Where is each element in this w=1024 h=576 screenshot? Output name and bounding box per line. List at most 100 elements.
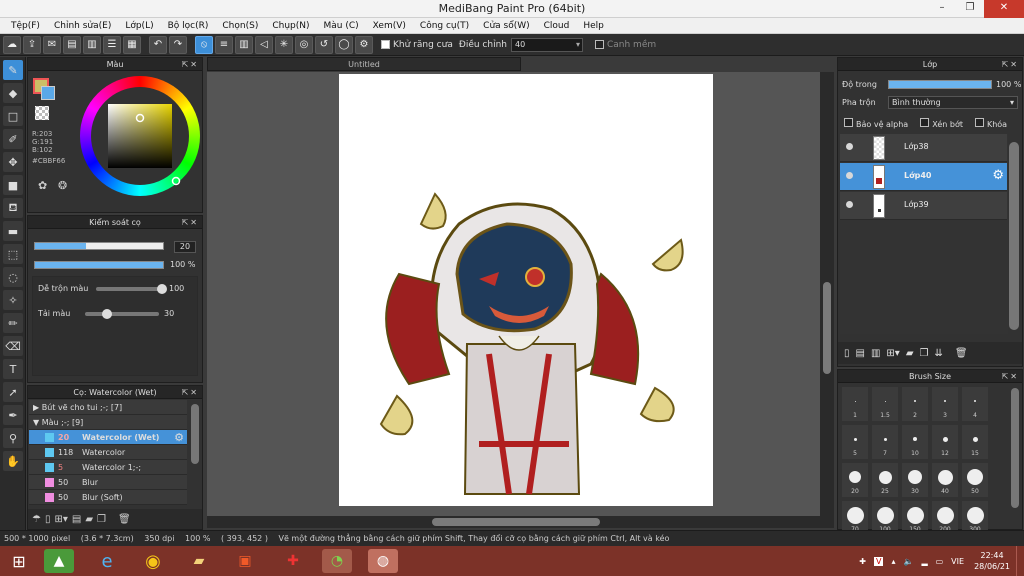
export-icon[interactable]: ⇪ — [23, 35, 41, 54]
mix-slider[interactable] — [96, 284, 167, 294]
document-icon[interactable]: ▥ — [83, 35, 101, 54]
delete-icon[interactable]: 🗑 — [118, 514, 131, 525]
brush-size-option[interactable]: 3 — [932, 387, 958, 421]
menu-select[interactable]: Chọn(S) — [215, 21, 265, 31]
brush-size-option[interactable]: 300 — [962, 501, 988, 530]
panel-pop-close-icon[interactable]: ⇱✕ — [1002, 58, 1019, 71]
canvas-horizontal-scroll-thumb[interactable] — [432, 518, 600, 526]
brush-size-option[interactable]: 200 — [932, 501, 958, 530]
volume-icon[interactable]: 🔈 — [903, 557, 913, 566]
select-pen-tool-icon[interactable]: ✏ — [3, 313, 23, 333]
select-eraser-tool-icon[interactable]: ⌫ — [3, 336, 23, 356]
palette-add-icon[interactable]: ❂ — [58, 179, 67, 192]
panel-pop-close-icon[interactable]: ⇱✕ — [182, 386, 199, 399]
clock[interactable]: 22:44 28/06/21 — [974, 550, 1010, 572]
transparent-color-swatch[interactable] — [35, 106, 49, 120]
brush-item-row[interactable]: 50 Blur (Soft) — [29, 490, 187, 505]
hand-tool-icon[interactable]: ✋ — [3, 451, 23, 471]
panel-pop-close-icon[interactable]: ⇱✕ — [182, 58, 199, 71]
merge-layer-icon[interactable]: ⇊ — [935, 348, 943, 359]
brush-size-option[interactable]: 12 — [932, 425, 958, 459]
input-language[interactable]: VIE — [951, 557, 964, 566]
battery-icon[interactable]: ▭ — [936, 557, 944, 566]
parallel-snap-icon[interactable]: ≡ — [215, 35, 233, 54]
eraser-tool-icon[interactable]: ◆ — [3, 83, 23, 103]
cloud-brush-icon[interactable]: ☂ — [32, 514, 41, 525]
menu-tools[interactable]: Công cụ(T) — [413, 21, 476, 31]
brush-size-option[interactable]: 70 — [842, 501, 868, 530]
brush-size-option[interactable]: 7 — [872, 425, 898, 459]
brush-group-row[interactable]: ▼ Màu ;-; [9] — [29, 415, 187, 430]
ie-browser-icon[interactable]: e — [92, 549, 122, 573]
document-tab[interactable]: Untitled — [207, 57, 521, 71]
brush-list-scrollbar[interactable] — [191, 404, 199, 464]
pen-tool-icon[interactable]: ✐ — [3, 129, 23, 149]
text-tool-icon[interactable]: T — [3, 359, 23, 379]
brush-size-option[interactable]: 4 — [962, 387, 988, 421]
brush-size-option[interactable]: 1.5 — [872, 387, 898, 421]
minimize-button[interactable]: – — [928, 0, 956, 18]
new-layer-icon[interactable]: ▯ — [844, 348, 850, 359]
magic-wand-tool-icon[interactable]: ✧ — [3, 290, 23, 310]
rect-shape-tool-icon[interactable]: □ — [3, 106, 23, 126]
menu-file[interactable]: Tệp(F) — [4, 21, 47, 31]
layer-row[interactable]: Lớp40 ⚙ — [840, 163, 1007, 191]
brush-opacity-slider[interactable] — [34, 261, 164, 269]
menu-window[interactable]: Cửa sổ(W) — [476, 21, 536, 31]
layer-list-scrollbar[interactable] — [1009, 142, 1019, 330]
brush-tool-icon[interactable]: ✎ — [3, 60, 23, 80]
menu-view[interactable]: Xem(V) — [366, 21, 413, 31]
brush-size-option[interactable]: 20 — [842, 463, 868, 497]
copy-brush-icon[interactable]: ❐ — [97, 514, 106, 525]
curve-snap-icon[interactable]: ↺ — [315, 35, 333, 54]
dropper-tool-icon[interactable]: ✒ — [3, 405, 23, 425]
menu-layer[interactable]: Lớp(L) — [118, 21, 160, 31]
new-halftone-layer-icon[interactable]: ▤ — [856, 348, 865, 359]
eye-icon[interactable] — [846, 201, 853, 208]
eye-icon[interactable] — [846, 143, 853, 150]
new-brush-icon[interactable]: ▯ — [45, 514, 51, 525]
brush-size-option[interactable]: 100 — [872, 501, 898, 530]
brush-size-option[interactable]: 10 — [902, 425, 928, 459]
layer-row[interactable]: Lớp38 — [840, 134, 1007, 162]
circle-snap-icon[interactable]: ◎ — [295, 35, 313, 54]
eyedropper-tool-icon[interactable]: ⚲ — [3, 428, 23, 448]
canvas-vertical-scroll-thumb[interactable] — [823, 282, 831, 374]
medibang-icon[interactable]: ◍ — [368, 549, 398, 573]
undo-icon[interactable]: ↶ — [149, 35, 167, 54]
vivaldi-icon[interactable]: V — [873, 556, 884, 566]
comment-icon[interactable]: ✉ — [43, 35, 61, 54]
gear-icon[interactable]: ⚙ — [174, 430, 184, 445]
brush-size-option[interactable]: 50 — [962, 463, 988, 497]
blend-select[interactable]: Bình thường ▾ — [888, 96, 1018, 109]
duplicate-layer-icon[interactable]: ❐ — [920, 348, 929, 359]
lock-checkbox[interactable]: Khóa — [974, 118, 1007, 129]
gradient-tool-icon[interactable]: ▬ — [3, 221, 23, 241]
brush-size-option[interactable]: 5 — [842, 425, 868, 459]
operation-tool-icon[interactable]: ➚ — [3, 382, 23, 402]
menu-edit[interactable]: Chỉnh sửa(E) — [47, 21, 118, 31]
panel-icon[interactable]: ▤ — [63, 35, 81, 54]
brush-item-row[interactable]: 118 Watercolor — [29, 445, 187, 460]
menu-cloud[interactable]: Cloud — [537, 21, 577, 31]
brush-size-option[interactable]: 2 — [902, 387, 928, 421]
list-icon[interactable]: ☰ — [103, 35, 121, 54]
protect-alpha-checkbox[interactable]: Bảo vệ alpha — [844, 118, 908, 129]
brush-size-option[interactable]: 25 — [872, 463, 898, 497]
grid-icon[interactable]: ▦ — [123, 35, 141, 54]
menu-help[interactable]: Help — [576, 21, 611, 31]
antialias-checkbox[interactable]: Khử răng cưa — [381, 40, 453, 50]
menu-filter[interactable]: Bộ lọc(R) — [161, 21, 216, 31]
menu-snap[interactable]: Chụp(N) — [265, 21, 316, 31]
clipping-checkbox[interactable]: Xén bớt — [920, 118, 963, 129]
app-icon[interactable]: ✚ — [278, 549, 308, 573]
chrome-icon[interactable]: ◉ — [138, 549, 168, 573]
delete-icon[interactable]: 🗑 — [955, 348, 968, 359]
cloud-icon[interactable]: ☁ — [3, 35, 21, 54]
color-wheel[interactable] — [78, 74, 202, 198]
layer-row[interactable]: Lớp39 — [840, 192, 1007, 220]
maximize-button[interactable]: ❐ — [956, 0, 984, 18]
bluestacks-icon[interactable]: ▲ — [44, 549, 74, 573]
sub-color-swatch[interactable] — [41, 86, 55, 100]
add-layer-menu-icon[interactable]: ⊞▾ — [886, 348, 899, 359]
